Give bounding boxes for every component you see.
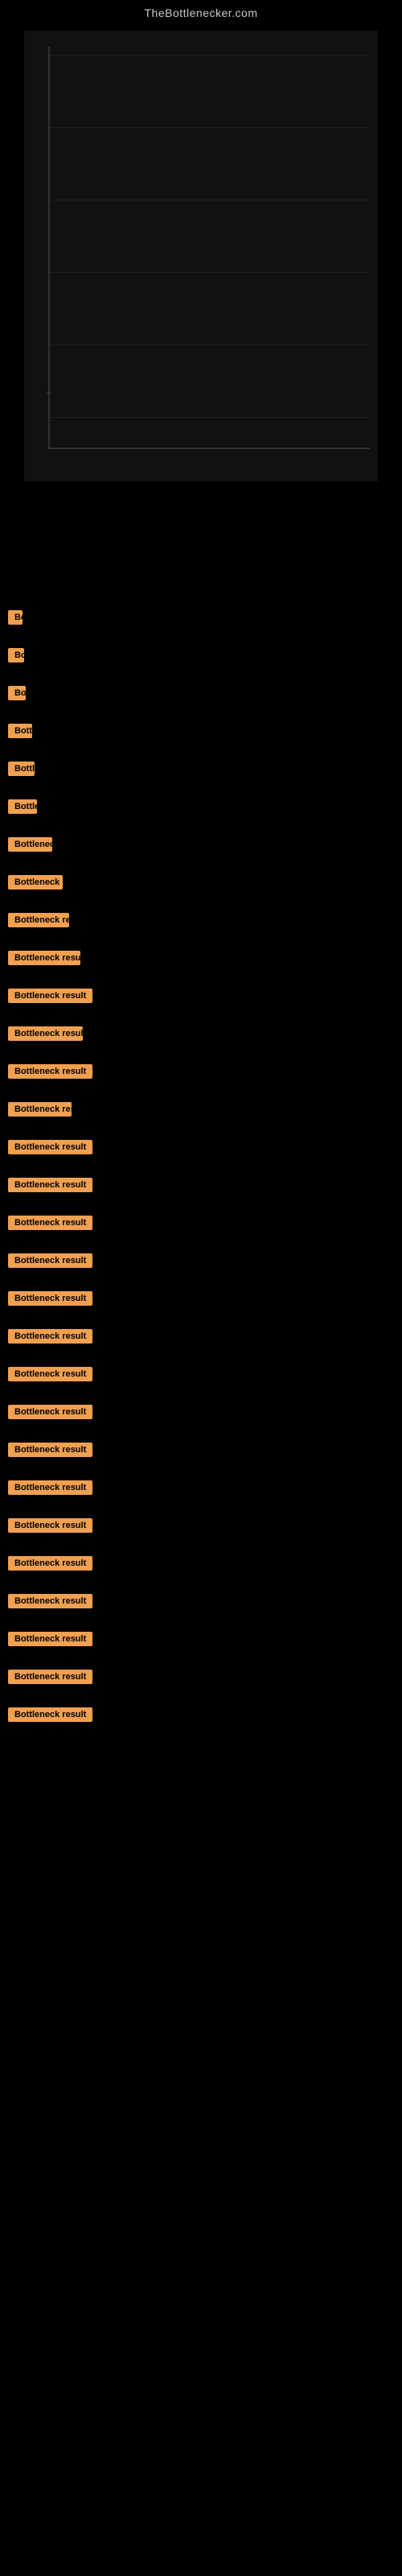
chart-area bbox=[0, 31, 402, 514]
section-break bbox=[8, 1422, 394, 1443]
section-break bbox=[8, 1385, 394, 1405]
section-break bbox=[8, 1082, 394, 1102]
list-item: Bottleneck result bbox=[8, 1443, 394, 1457]
section-break bbox=[8, 1649, 394, 1670]
y-axis bbox=[48, 47, 50, 449]
result-badge: Bottleneck result bbox=[8, 1064, 92, 1079]
list-item: Bottleneck result bbox=[8, 1405, 394, 1419]
section-break bbox=[8, 704, 394, 724]
section-break bbox=[8, 628, 394, 648]
page-wrapper: TheBottlenecker.com Bottleneck result bbox=[0, 0, 402, 1733]
list-item: Bottleneck result bbox=[8, 1632, 394, 1646]
result-badge: Bottleneck result bbox=[8, 1480, 92, 1495]
section-break bbox=[8, 855, 394, 875]
list-item: Bottleneck result bbox=[8, 648, 394, 663]
result-badge: Bottleneck result bbox=[8, 1594, 92, 1608]
section-break bbox=[8, 1006, 394, 1026]
list-item: Bottleneck result bbox=[8, 1064, 394, 1079]
list-item: Bottleneck result bbox=[8, 686, 394, 700]
list-item: Bottleneck result bbox=[8, 951, 394, 965]
section-break bbox=[8, 1233, 394, 1253]
section-break bbox=[8, 741, 394, 762]
result-badge: Bottleneck result bbox=[8, 1367, 92, 1381]
list-item: Bottleneck result bbox=[8, 724, 394, 738]
result-badge: Bottleneck result bbox=[8, 1140, 92, 1154]
list-item: Bottleneck result bbox=[8, 989, 394, 1003]
list-item: Bottleneck result bbox=[8, 1518, 394, 1533]
result-badge: Bottleneck result bbox=[8, 913, 69, 927]
list-item: Bottleneck result bbox=[8, 762, 394, 776]
list-item: Bottleneck result bbox=[8, 913, 394, 927]
section-break bbox=[8, 817, 394, 837]
section-break bbox=[8, 1574, 394, 1594]
list-item: Bottleneck result bbox=[8, 1367, 394, 1381]
list-item: Bottleneck result bbox=[8, 1216, 394, 1230]
result-badge: Bottleneck result bbox=[8, 1443, 92, 1457]
result-badge: Bottleneck result bbox=[8, 1291, 92, 1306]
section-break bbox=[8, 1044, 394, 1064]
section-break bbox=[8, 893, 394, 913]
result-badge: Bottleneck result bbox=[8, 610, 23, 625]
result-badge: Bottleneck result bbox=[8, 648, 24, 663]
section-break bbox=[8, 779, 394, 799]
section-break bbox=[8, 1687, 394, 1707]
result-badge: Bottleneck result bbox=[8, 724, 32, 738]
list-item: Bottleneck result bbox=[8, 875, 394, 890]
result-badge: Bottleneck result bbox=[8, 1632, 92, 1646]
list-item: Bottleneck result bbox=[8, 1140, 394, 1154]
list-item: Bottleneck result bbox=[8, 799, 394, 814]
result-badge: Bottleneck result bbox=[8, 762, 35, 776]
result-badge: Bottleneck result bbox=[8, 686, 26, 700]
chart-inner bbox=[24, 31, 378, 481]
list-item: Bottleneck result bbox=[8, 1594, 394, 1608]
section-break bbox=[8, 1195, 394, 1216]
result-badge: Bottleneck result bbox=[8, 1253, 92, 1268]
result-badge: Bottleneck result bbox=[8, 1707, 92, 1722]
section-break bbox=[8, 1309, 394, 1329]
site-header: TheBottlenecker.com bbox=[0, 0, 402, 23]
section-break bbox=[8, 1460, 394, 1480]
x-axis bbox=[48, 448, 370, 449]
section-break bbox=[8, 1498, 394, 1518]
list-item: Bottleneck result bbox=[8, 1178, 394, 1192]
result-badge: Bottleneck result bbox=[8, 1216, 92, 1230]
result-badge: Bottleneck result bbox=[8, 1026, 83, 1041]
result-badge: Bottleneck result bbox=[8, 1670, 92, 1684]
result-badge: Bottleneck result bbox=[8, 951, 80, 965]
result-badge: Bottleneck result bbox=[8, 1178, 92, 1192]
list-item: Bottleneck result bbox=[8, 1556, 394, 1571]
section-break bbox=[8, 1158, 394, 1178]
result-badge: Bottleneck result bbox=[8, 875, 63, 890]
list-item: Bottleneck result bbox=[8, 1670, 394, 1684]
section-break bbox=[8, 1271, 394, 1291]
result-badge: Bottleneck result bbox=[8, 837, 52, 852]
spacer-top bbox=[8, 530, 394, 610]
result-badge: Bottleneck result bbox=[8, 1556, 92, 1571]
section-break bbox=[8, 1536, 394, 1556]
result-badge: Bottleneck result bbox=[8, 799, 37, 814]
section-break bbox=[8, 1120, 394, 1140]
section-break bbox=[8, 1612, 394, 1632]
result-badge: Bottleneck result bbox=[8, 1405, 92, 1419]
list-item: Bottleneck result bbox=[8, 1480, 394, 1495]
list-item: Bottleneck result bbox=[8, 1707, 394, 1722]
result-badge: Bottleneck result bbox=[8, 989, 92, 1003]
site-title: TheBottlenecker.com bbox=[0, 0, 402, 23]
result-badge: Bottleneck result bbox=[8, 1518, 92, 1533]
section-break bbox=[8, 968, 394, 989]
section-break bbox=[8, 931, 394, 951]
results-list: Bottleneck result Bottleneck result Bott… bbox=[0, 514, 402, 1733]
list-item: Bottleneck result bbox=[8, 837, 394, 852]
list-item: Bottleneck result bbox=[8, 1102, 394, 1117]
list-item: Bottleneck result bbox=[8, 1291, 394, 1306]
section-break bbox=[8, 1347, 394, 1367]
result-badge: Bottleneck result bbox=[8, 1329, 92, 1344]
list-item: Bottleneck result bbox=[8, 1329, 394, 1344]
section-break bbox=[8, 666, 394, 686]
list-item: Bottleneck result bbox=[8, 1253, 394, 1268]
result-badge: Bottleneck result bbox=[8, 1102, 72, 1117]
list-item: Bottleneck result bbox=[8, 610, 394, 625]
list-item: Bottleneck result bbox=[8, 1026, 394, 1041]
